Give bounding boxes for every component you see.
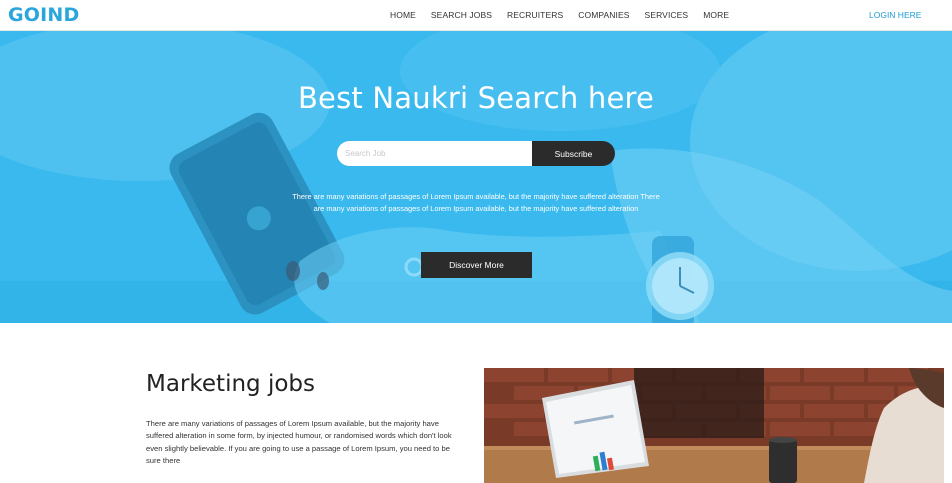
hero-description: There are many variations of passages of… — [292, 192, 660, 214]
site-logo[interactable]: GOIND — [8, 4, 80, 26]
discover-more-button[interactable]: Discover More — [421, 252, 532, 278]
nav-link-more[interactable]: MORE — [703, 10, 729, 20]
login-link[interactable]: LOGIN HERE — [869, 10, 921, 20]
section-title: Marketing jobs — [146, 371, 315, 397]
hero-section: Best Naukri Search here Subscribe There … — [0, 31, 952, 323]
nav-link-recruiters[interactable]: RECRUITERS — [507, 10, 563, 20]
hero-background-image — [0, 31, 952, 323]
nav-link-home[interactable]: HOME — [390, 10, 416, 20]
nav-link-search-jobs[interactable]: SEARCH JOBS — [431, 10, 492, 20]
search-form: Subscribe — [337, 141, 615, 166]
subscribe-button[interactable]: Subscribe — [532, 141, 615, 166]
nav-link-companies[interactable]: COMPANIES — [578, 10, 629, 20]
nav-links: HOME SEARCH JOBS RECRUITERS COMPANIES SE… — [390, 10, 729, 20]
navbar: GOIND HOME SEARCH JOBS RECRUITERS COMPAN… — [0, 0, 952, 31]
nav-link-services[interactable]: SERVICES — [645, 10, 689, 20]
section-text: There are many variations of passages of… — [146, 419, 452, 466]
marketing-image — [484, 368, 944, 483]
search-job-input[interactable] — [337, 141, 533, 166]
hero-title: Best Naukri Search here — [297, 81, 655, 115]
